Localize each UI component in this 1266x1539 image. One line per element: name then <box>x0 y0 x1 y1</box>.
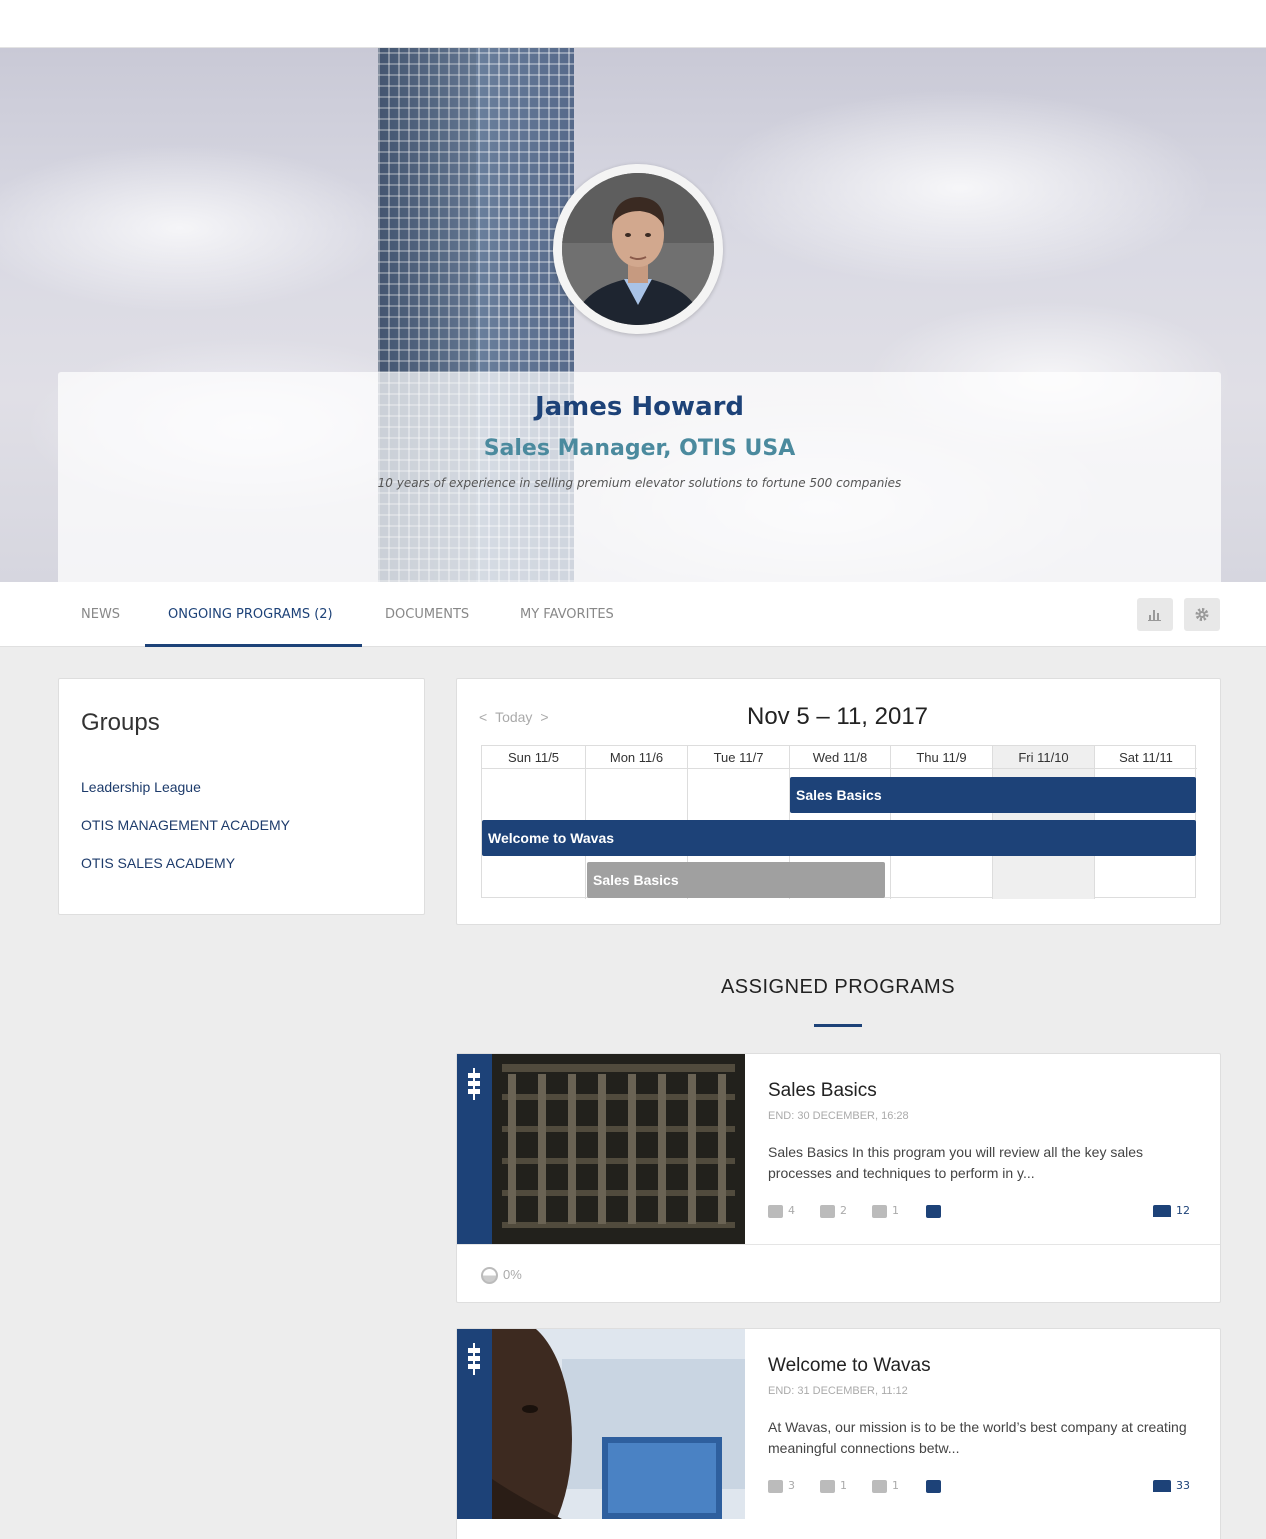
group-item-otis-management-academy[interactable]: OTIS MANAGEMENT ACADEMY <box>81 817 290 833</box>
program-type-stripe <box>457 1329 492 1519</box>
day-header: Sun 11/5 <box>482 746 585 769</box>
program-description: At Wavas, our mission is to be the world… <box>768 1419 1187 1456</box>
calendar-nav: < Today > <box>479 709 549 725</box>
enrolled-count: 33 <box>1153 1479 1190 1492</box>
graduation-cap-icon <box>1153 1205 1171 1217</box>
program-icon <box>466 1068 482 1100</box>
videos-count: 1 <box>872 1479 899 1493</box>
groups-card: Groups Leadership League OTIS MANAGEMENT… <box>58 678 425 915</box>
program-type-stripe <box>457 1054 492 1244</box>
day-header: Wed 11/8 <box>790 746 890 769</box>
program-card[interactable]: Welcome to Wavas END: 31 DECEMBER, 11:12… <box>456 1328 1221 1539</box>
settings-button[interactable] <box>1184 598 1220 631</box>
tab-documents[interactable]: DOCUMENTS <box>385 582 469 647</box>
documents-indicator <box>926 1479 946 1493</box>
calendar-grid: Sun 11/5 Mon 11/6 Tue 11/7 Wed 11/8 Thu … <box>481 745 1197 899</box>
modules-count: 3 <box>768 1479 795 1493</box>
program-card[interactable]: Sales Basics END: 30 DECEMBER, 16:28 Sal… <box>456 1053 1221 1303</box>
group-item-otis-sales-academy[interactable]: OTIS SALES ACADEMY <box>81 855 235 871</box>
day-header: Fri 11/10 <box>993 746 1094 769</box>
tab-news[interactable]: NEWS <box>81 582 120 647</box>
program-title[interactable]: Welcome to Wavas <box>768 1355 931 1377</box>
assigned-programs-title: ASSIGNED PROGRAMS <box>720 976 956 998</box>
progress-icon <box>481 1267 498 1285</box>
program-footer: 0% <box>457 1244 1220 1302</box>
program-description: Sales Basics In this program you will re… <box>768 1144 1144 1181</box>
avatar-photo <box>562 173 714 325</box>
calendar-title: Nov 5 – 11, 2017 <box>747 703 929 730</box>
today-button[interactable]: Today <box>495 709 532 725</box>
day-header: Sat 11/11 <box>1095 746 1197 769</box>
group-item-leadership-league[interactable]: Leadership League <box>81 779 201 795</box>
documents-indicator <box>926 1204 946 1218</box>
next-week-button[interactable]: > <box>540 709 548 725</box>
bar-chart-icon <box>1148 610 1161 621</box>
puzzle-icon <box>768 1204 783 1218</box>
program-image[interactable] <box>492 1054 745 1244</box>
stats-button[interactable] <box>1137 598 1173 631</box>
gear-icon <box>1195 608 1209 621</box>
profile-card: James Howard Sales Manager, OTIS USA 10 … <box>58 372 1221 582</box>
profile-role: Sales Manager, OTIS USA <box>483 436 796 461</box>
video-icon <box>872 1204 887 1218</box>
profile-name: James Howard <box>534 392 745 422</box>
profile-cover: James Howard Sales Manager, OTIS USA 10 … <box>0 48 1266 582</box>
document-icon <box>926 1204 941 1218</box>
progress-indicator: 0% <box>481 1267 522 1285</box>
sessions-count: 2 <box>820 1204 847 1218</box>
graduation-cap-icon <box>1153 1480 1171 1492</box>
day-header: Tue 11/7 <box>688 746 789 769</box>
video-icon <box>872 1479 887 1493</box>
enrolled-count: 12 <box>1153 1204 1190 1217</box>
program-end-date: END: 31 DECEMBER, 11:12 <box>768 1385 908 1397</box>
calendar-card: < Today > Nov 5 – 11, 2017 Sun 11/5 Mon … <box>456 678 1221 925</box>
calendar-event[interactable]: Welcome to Wavas <box>482 820 1196 856</box>
document-icon <box>926 1479 941 1493</box>
classroom-icon <box>820 1204 835 1218</box>
program-image[interactable] <box>492 1329 745 1519</box>
program-end-date: END: 30 DECEMBER, 16:28 <box>768 1110 909 1122</box>
puzzle-icon <box>768 1479 783 1493</box>
sessions-count: 1 <box>820 1479 847 1493</box>
top-bar <box>0 0 1266 48</box>
avatar[interactable] <box>553 164 723 334</box>
profile-tabs: NEWS ONGOING PROGRAMS (2) DOCUMENTS MY F… <box>0 582 1266 647</box>
modules-count: 4 <box>768 1204 795 1218</box>
program-icon <box>466 1343 482 1375</box>
tab-my-favorites[interactable]: MY FAVORITES <box>520 582 614 647</box>
active-tab-indicator <box>145 644 362 647</box>
prev-week-button[interactable]: < <box>479 709 487 725</box>
profile-bio: 10 years of experience in selling premiu… <box>377 476 902 490</box>
day-header: Thu 11/9 <box>891 746 992 769</box>
classroom-icon <box>820 1479 835 1493</box>
videos-count: 1 <box>872 1204 899 1218</box>
section-divider <box>814 1024 862 1027</box>
tab-ongoing-programs[interactable]: ONGOING PROGRAMS (2) <box>168 582 333 647</box>
groups-title: Groups <box>81 709 160 736</box>
day-header: Mon 11/6 <box>586 746 687 769</box>
program-title[interactable]: Sales Basics <box>768 1080 877 1102</box>
calendar-event[interactable]: Sales Basics <box>587 862 885 898</box>
calendar-event[interactable]: Sales Basics <box>790 777 1196 813</box>
